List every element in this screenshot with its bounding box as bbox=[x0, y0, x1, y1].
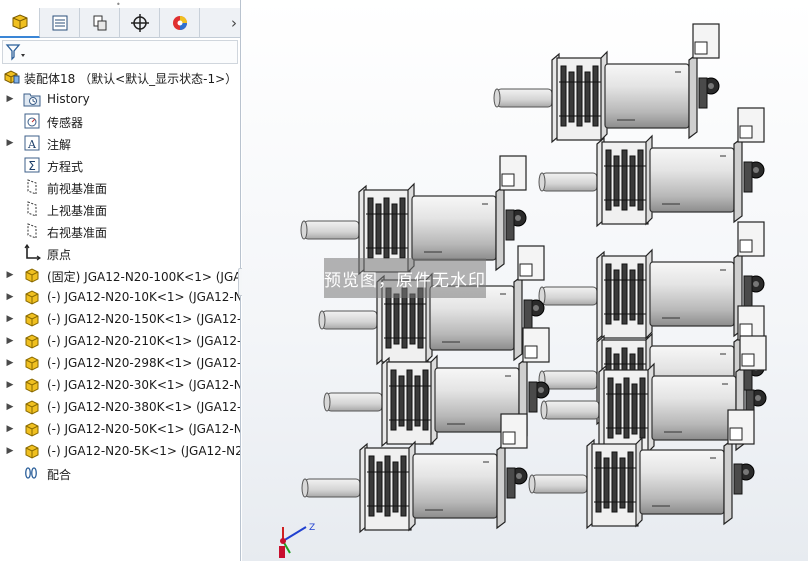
part-icon bbox=[25, 334, 39, 349]
property-manager-icon bbox=[52, 15, 67, 31]
tree-item-label: (-) JGA12-N20-30K<1> (JGA12-N bbox=[47, 378, 241, 392]
tab-display-manager[interactable] bbox=[160, 8, 200, 38]
tree-item-history[interactable]: ▶ History bbox=[0, 88, 240, 110]
gear-motor[interactable] bbox=[538, 221, 765, 342]
expand-arrow-icon[interactable]: ▶ bbox=[5, 374, 15, 396]
tree-root-assembly[interactable]: 装配体18 （默认<默认_显示状态-1>） bbox=[0, 66, 240, 88]
tree-item-label: History bbox=[47, 92, 90, 106]
expand-arrow-icon[interactable]: ▶ bbox=[5, 330, 15, 352]
tree-item-label: (-) JGA12-N20-50K<1> (JGA12-N bbox=[47, 422, 241, 436]
expand-arrow-icon[interactable]: ▶ bbox=[5, 308, 15, 330]
feature-manager-panel: • › 装配体18 （默认<默认_显示状态-1>） ▶ History 传感器 … bbox=[0, 0, 241, 561]
assembly-icon bbox=[4, 70, 20, 84]
tree-item-right-plane[interactable]: 右视基准面 bbox=[0, 220, 240, 242]
svg-text:Σ: Σ bbox=[28, 159, 36, 173]
svg-text:A: A bbox=[27, 138, 37, 151]
part-icon bbox=[25, 312, 39, 327]
tree-item-top-plane[interactable]: 上视基准面 bbox=[0, 198, 240, 220]
display-manager-icon bbox=[172, 16, 187, 30]
tree-item-annotations[interactable]: ▶ A 注解 bbox=[0, 132, 240, 154]
tree-root-label: 装配体18 （默认<默认_显示状态-1>） bbox=[24, 72, 238, 86]
expand-arrow-icon[interactable]: ▶ bbox=[5, 286, 15, 308]
expand-arrow-icon[interactable]: ▶ bbox=[5, 264, 15, 286]
part-icon bbox=[25, 444, 39, 459]
mates-icon bbox=[25, 467, 37, 479]
history-folder-icon bbox=[23, 93, 41, 107]
tree-item-label: 方程式 bbox=[47, 160, 84, 174]
triad-axis-label: Z bbox=[309, 523, 315, 533]
tree-item-front-plane[interactable]: 前视基准面 bbox=[0, 176, 240, 198]
tree-item-label: (-) JGA12-N20-150K<1> (JGA12-I bbox=[47, 312, 241, 326]
part-icon bbox=[25, 400, 39, 415]
tree-item-label: 传感器 bbox=[47, 116, 84, 130]
tab-property-manager[interactable] bbox=[40, 8, 80, 38]
tree-item-part[interactable]: ▶ (-) JGA12-N20-50K<1> (JGA12-N bbox=[0, 418, 241, 440]
tab-feature-manager[interactable] bbox=[0, 8, 40, 38]
tree-item-label: 前视基准面 bbox=[47, 182, 108, 196]
part-icon bbox=[25, 290, 39, 305]
tree-filter-bar[interactable] bbox=[2, 40, 238, 64]
tree-item-label: 上视基准面 bbox=[47, 204, 108, 218]
manager-tab-bar: › bbox=[0, 8, 240, 38]
tree-item-mates[interactable]: 配合 bbox=[0, 462, 240, 484]
tab-configuration-manager[interactable] bbox=[80, 8, 120, 38]
plane-icon bbox=[27, 179, 37, 195]
expand-arrow-icon[interactable]: ▶ bbox=[5, 418, 15, 440]
configuration-manager-icon bbox=[93, 15, 106, 31]
preview-watermark: 预览图，原件无水印 bbox=[324, 258, 486, 298]
tree-item-part[interactable]: ▶ (-) JGA12-N20-150K<1> (JGA12-I bbox=[0, 308, 241, 330]
tree-item-label: 右视基准面 bbox=[47, 226, 108, 240]
tree-item-equations[interactable]: Σ 方程式 bbox=[0, 154, 240, 176]
expand-arrow-icon[interactable]: ▶ bbox=[5, 440, 15, 462]
tree-item-label: (-) JGA12-N20-298K<1> (JGA12-I bbox=[47, 356, 241, 370]
tree-item-label: (-) JGA12-N20-5K<1> (JGA12-N2 bbox=[47, 444, 241, 458]
plane-icon bbox=[27, 201, 37, 217]
tree-item-part[interactable]: ▶ (-) JGA12-N20-5K<1> (JGA12-N2 bbox=[0, 440, 241, 462]
tree-item-part[interactable]: ▶ (-) JGA12-N20-380K<1> (JGA12-I bbox=[0, 396, 241, 418]
tree-item-part[interactable]: ▶ (固定) JGA12-N20-100K<1> (JGA12 bbox=[0, 264, 241, 286]
expand-arrow-icon[interactable]: ▶ bbox=[5, 88, 15, 110]
tree-item-label: (-) JGA12-N20-380K<1> (JGA12-I bbox=[47, 400, 241, 414]
tree-item-label: (固定) JGA12-N20-100K<1> (JGA12 bbox=[47, 270, 241, 284]
expand-arrow-icon[interactable]: ▶ bbox=[5, 132, 15, 154]
tab-scroll-right-icon[interactable]: › bbox=[231, 14, 237, 32]
expand-arrow-icon[interactable]: ▶ bbox=[5, 352, 15, 374]
tree-item-part[interactable]: ▶ (-) JGA12-N20-298K<1> (JGA12-I bbox=[0, 352, 241, 374]
annotation-icon: A bbox=[24, 135, 40, 151]
tree-item-label: 配合 bbox=[47, 468, 72, 482]
tab-dimxpert-manager[interactable] bbox=[120, 8, 160, 38]
tree-item-label: (-) JGA12-N20-10K<1> (JGA12-N bbox=[47, 290, 241, 304]
equation-icon: Σ bbox=[24, 157, 40, 173]
part-icon bbox=[25, 268, 39, 283]
tree-item-label: (-) JGA12-N20-210K<1> (JGA12-I bbox=[47, 334, 241, 348]
graphics-viewport[interactable]: Z 预览图，原件无水印 bbox=[242, 0, 808, 561]
part-icon bbox=[25, 422, 39, 437]
filter-icon[interactable] bbox=[5, 42, 27, 62]
plane-icon bbox=[27, 223, 37, 239]
feature-manager-icon bbox=[12, 14, 27, 30]
expand-arrow-icon[interactable]: ▶ bbox=[5, 396, 15, 418]
sensor-icon bbox=[24, 113, 40, 129]
part-icon bbox=[25, 356, 39, 371]
tree-item-label: 注解 bbox=[47, 138, 72, 152]
tree-item-part[interactable]: ▶ (-) JGA12-N20-10K<1> (JGA12-N bbox=[0, 286, 241, 308]
tree-item-origin[interactable]: 原点 bbox=[0, 242, 240, 264]
tree-item-part[interactable]: ▶ (-) JGA12-N20-210K<1> (JGA12-I bbox=[0, 330, 241, 352]
coordinate-triad: Z bbox=[279, 523, 315, 558]
tree-item-label: 原点 bbox=[47, 248, 72, 262]
gear-motor[interactable] bbox=[493, 23, 720, 144]
dimxpert-icon bbox=[130, 14, 149, 32]
origin-icon bbox=[24, 244, 41, 261]
tree-item-part[interactable]: ▶ (-) JGA12-N20-30K<1> (JGA12-N bbox=[0, 374, 241, 396]
part-icon bbox=[25, 378, 39, 393]
tree-item-sensors[interactable]: 传感器 bbox=[0, 110, 240, 132]
gear-motor[interactable] bbox=[300, 155, 527, 276]
